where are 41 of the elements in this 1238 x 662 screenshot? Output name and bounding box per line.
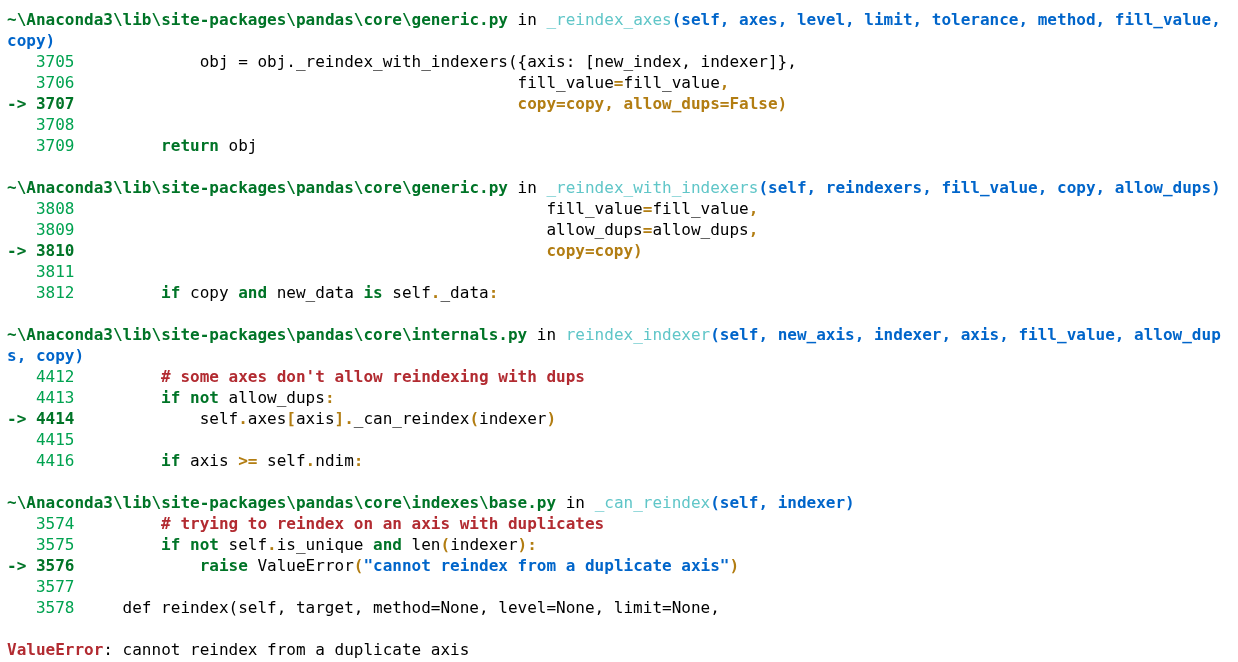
code-line: raise ValueError("cannot reindex from a duplicate axis") (199, 555, 740, 576)
code-line: # trying to reindex on an axis with duplicates (161, 513, 605, 534)
line-number: 3577 (34, 576, 75, 597)
frame-header: ~\Anaconda3\lib\site-packages\pandas\core\generic.py in _reindex_with_indexers(self, reindexers, fill_value, copy, allow_dups) (7, 177, 1222, 198)
line-number: -> 3707 (7, 93, 75, 114)
line-number: 4415 (34, 429, 75, 450)
code-line: copy=copy) (546, 240, 643, 261)
line-number: 3811 (34, 261, 75, 282)
line-number: 4413 (34, 387, 75, 408)
line-number: 3808 (34, 198, 75, 219)
line-number: 3578 (34, 597, 75, 618)
line-number: 3709 (34, 135, 75, 156)
line-number: 4412 (34, 366, 75, 387)
line-number: 4416 (34, 450, 75, 471)
frame-header: ~\Anaconda3\lib\site-packages\pandas\core\indexes\base.py in _can_reindex(self, indexer) (7, 492, 856, 513)
code-line: allow_dups=allow_dups, (546, 219, 759, 240)
code-line: copy=copy, allow_dups=False) (517, 93, 788, 114)
code-line: return obj (161, 135, 258, 156)
frame-header: ~\Anaconda3\lib\site-packages\pandas\core\internals.py in reindex_indexer(self, new_axis, indexer, axis, fill_value, allow_dups, copy) (7, 324, 1222, 366)
line-number: 3575 (34, 534, 75, 555)
error-message: ValueError: cannot reindex from a duplicate axis (7, 639, 471, 660)
code-line: if axis >= self.ndim: (161, 450, 364, 471)
code-line: fill_value=fill_value, (546, 198, 759, 219)
code-line: fill_value=fill_value, (517, 72, 730, 93)
code-line: if copy and new_data is self._data: (161, 282, 499, 303)
code-line: self.axes[axis]._can_reindex(indexer) (199, 408, 557, 429)
code-line: obj = obj._reindex_with_indexers({axis: [new_index, indexer]}, (199, 51, 797, 72)
line-number: -> 4414 (7, 408, 75, 429)
code-line: if not allow_dups: (161, 387, 335, 408)
code-line: if not self.is_unique and len(indexer): (161, 534, 537, 555)
line-number: 3706 (34, 72, 75, 93)
line-number: 3705 (34, 51, 75, 72)
line-number: 3812 (34, 282, 75, 303)
frame-header: ~\Anaconda3\lib\site-packages\pandas\core\generic.py in _reindex_axes(self, axes, level, limit, tolerance, method, fill_value, copy) (7, 9, 1222, 51)
code-line: # some axes don't allow reindexing with dups (161, 366, 585, 387)
line-number: 3574 (34, 513, 75, 534)
line-number: -> 3576 (7, 555, 75, 576)
line-number: -> 3810 (7, 240, 75, 261)
line-number: 3809 (34, 219, 75, 240)
line-number: 3708 (34, 114, 75, 135)
code-line: def reindex(self, target, method=None, level=None, limit=None, (122, 597, 720, 618)
